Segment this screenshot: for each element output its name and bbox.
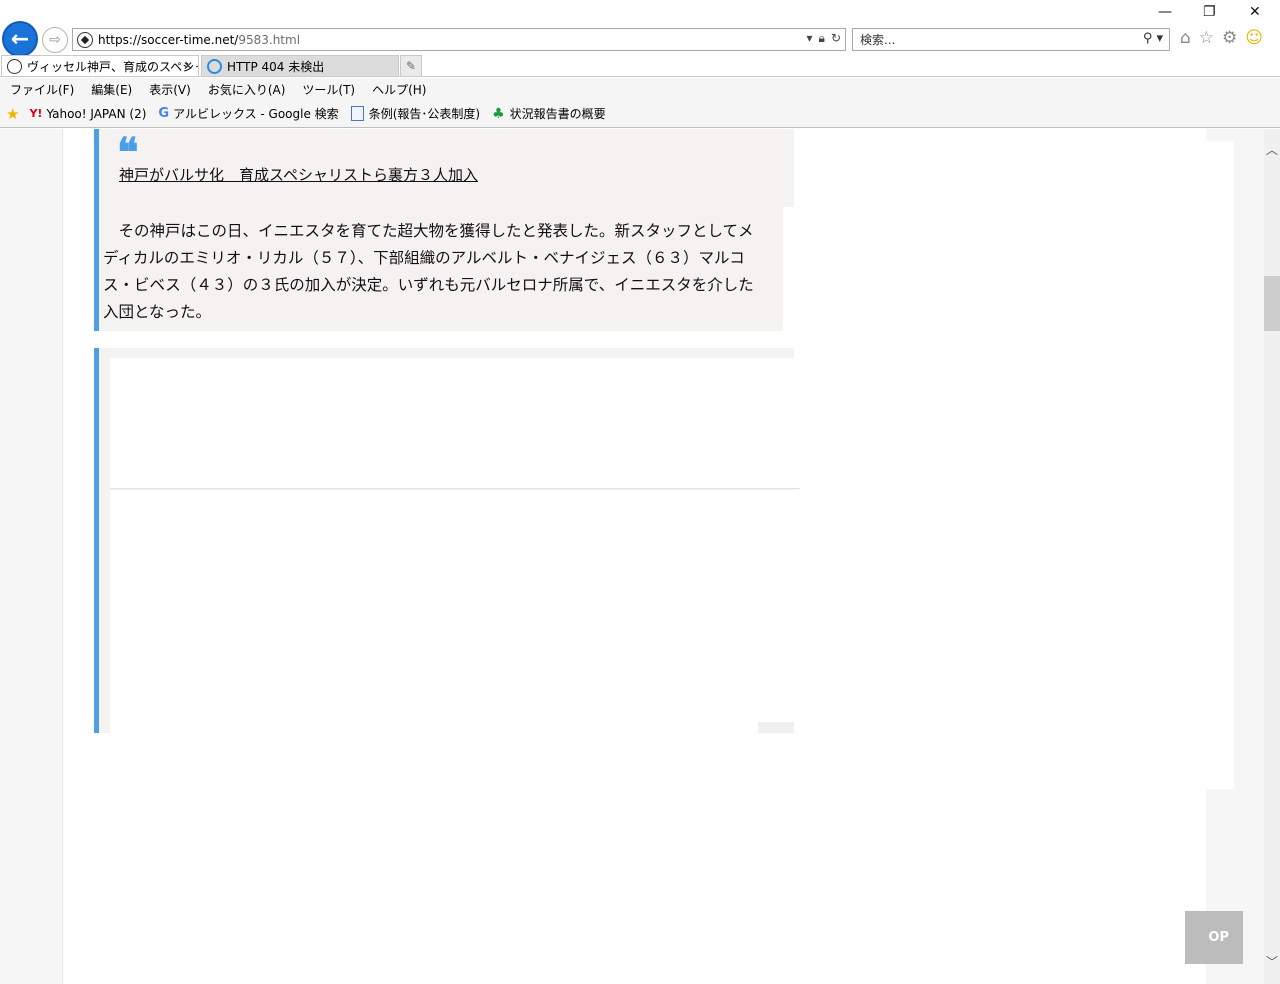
refresh-icon[interactable]: ↻	[831, 31, 841, 46]
search-icon[interactable]: ⚲ ▾	[1143, 31, 1163, 46]
menu-edit[interactable]: 編集(E)	[91, 81, 132, 98]
address-icons: ▾ 🔒︎ ↻	[807, 31, 841, 46]
search-input[interactable]: 検索...	[860, 31, 895, 48]
embed-panel-top	[110, 358, 800, 489]
leaf-icon: ♣	[492, 105, 505, 122]
tab-label: ヴィッセル神戸、育成のスペシャ...	[27, 60, 199, 74]
new-tab-button[interactable]: ✎	[400, 55, 422, 77]
menu-bar: ファイル(F) 編集(E) 表示(V) お気に入り(A) ツール(T) ヘルプ(…	[0, 78, 1280, 100]
menu-favorites[interactable]: お気に入り(A)	[208, 81, 286, 98]
article-body-text: その神戸はこの日、イニエスタを育てた超大物を獲得したと発表した。新スタッフとして…	[103, 222, 754, 321]
browser-chrome: — ❐ ✕ ← ⇨ https://soccer-time.net/9583.h…	[0, 0, 1280, 129]
scroll-to-top-button[interactable]: OP	[1185, 911, 1243, 964]
search-box[interactable]: 検索... ⚲ ▾	[852, 28, 1170, 51]
close-window-icon[interactable]: ✕	[1249, 4, 1261, 20]
embed-panel-bottom	[110, 490, 800, 733]
sidebar-strip	[818, 129, 1084, 141]
scroll-down-icon[interactable]: ﹀	[1265, 953, 1279, 969]
favorite-item-report[interactable]: ♣ 状況報告書の概要	[492, 105, 606, 122]
back-button[interactable]: ←	[2, 21, 38, 57]
right-ad-area	[1084, 141, 1234, 789]
favorites-bar: ★ Y! Yahoo! JAPAN (2) G アルビレックス - Google…	[0, 100, 1280, 128]
menu-help[interactable]: ヘルプ(H)	[372, 81, 426, 98]
favorite-label: アルビレックス - Google 検索	[173, 107, 339, 121]
ie-icon	[207, 59, 222, 74]
favorite-item-yahoo[interactable]: Y! Yahoo! JAPAN (2)	[29, 107, 146, 121]
vertical-scrollbar[interactable]: ︿ ﹀	[1264, 129, 1280, 984]
forward-button[interactable]: ⇨	[42, 27, 68, 53]
tab-strip-divider	[0, 76, 1280, 77]
embed-footer-tab	[758, 722, 794, 733]
new-tab-icon: ✎	[405, 59, 417, 73]
scroll-thumb[interactable]	[1264, 276, 1280, 331]
add-favorite-star-icon[interactable]: ★	[6, 105, 19, 123]
embedded-content	[94, 348, 800, 733]
favorite-label: 条例(報告･公表制度)	[368, 107, 481, 121]
favorite-item-ordinance[interactable]: 条例(報告･公表制度)	[350, 105, 481, 122]
url-host: https://soccer-time.net/	[98, 32, 239, 47]
menu-file[interactable]: ファイル(F)	[10, 81, 74, 98]
blockquote-body: その神戸はこの日、イニエスタを育てた超大物を獲得したと発表した。新スタッフとして…	[94, 207, 783, 331]
favorite-label: 状況報告書の概要	[509, 107, 606, 121]
favorite-label: Yahoo! JAPAN (2)	[46, 106, 147, 121]
ie-page-icon	[350, 106, 364, 121]
toolbar-icons: ⌂ ☆ ⚙ ☺	[1180, 28, 1263, 48]
url-path: 9583.html	[238, 32, 301, 47]
blockquote-header: ❝ 神戸がバルサ化 育成スペシャリストら裏方３人加入	[94, 129, 794, 207]
home-icon[interactable]: ⌂	[1180, 28, 1191, 48]
restore-icon[interactable]: ❐	[1203, 4, 1216, 20]
menu-view[interactable]: 表示(V)	[149, 81, 191, 98]
arrow-right-icon: ⇨	[49, 32, 61, 48]
google-icon: G	[158, 106, 170, 121]
soccer-ball-icon	[7, 59, 22, 74]
address-bar[interactable]: https://soccer-time.net/9583.html ▾ 🔒︎ ↻	[72, 28, 846, 51]
yahoo-icon: Y!	[29, 107, 43, 120]
site-favicon-icon	[77, 31, 93, 48]
tab-label: HTTP 404 未検出	[227, 60, 325, 74]
tab-active[interactable]: ヴィッセル神戸、育成のスペシャ... ✕	[1, 55, 199, 77]
source-article-link[interactable]: 神戸がバルサ化 育成スペシャリストら裏方３人加入	[119, 164, 478, 185]
dropdown-icon[interactable]: ▾	[807, 31, 813, 46]
favorite-item-google[interactable]: G アルビレックス - Google 検索	[158, 105, 338, 122]
lock-icon[interactable]: 🔒︎	[819, 31, 825, 46]
left-gutter	[0, 129, 63, 984]
minimize-icon[interactable]: —	[1158, 4, 1172, 20]
favorites-star-icon[interactable]: ☆	[1199, 28, 1214, 48]
arrow-left-icon: ←	[10, 26, 30, 52]
scroll-up-icon[interactable]: ︿	[1265, 141, 1279, 157]
top-button-label: OP	[1208, 930, 1229, 945]
page-content: ❝ 神戸がバルサ化 育成スペシャリストら裏方３人加入 その神戸はこの日、イニエス…	[0, 129, 1280, 984]
menu-tools[interactable]: ツール(T)	[302, 81, 355, 98]
gear-icon[interactable]: ⚙	[1222, 28, 1237, 48]
close-tab-icon[interactable]: ✕	[183, 59, 193, 73]
tab-inactive[interactable]: HTTP 404 未検出	[201, 55, 399, 77]
smiley-icon[interactable]: ☺	[1245, 28, 1263, 48]
